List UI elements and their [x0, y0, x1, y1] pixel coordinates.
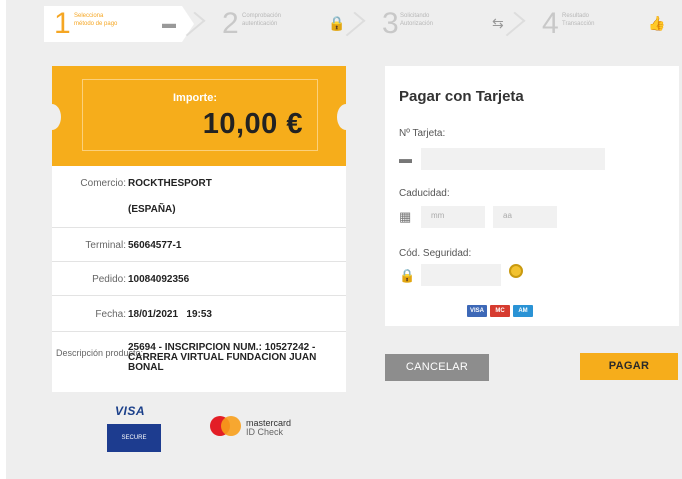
ticket-notch	[43, 104, 61, 130]
step-number: 1	[54, 7, 71, 40]
expiry-year-input[interactable]: aa	[493, 206, 557, 228]
descripcion-label: Descripción producto:	[56, 348, 144, 358]
cvv-input[interactable]	[421, 264, 501, 286]
descripcion-value: 25694 - INSCRIPCION NUM.: 10527242 - CAR…	[128, 342, 317, 373]
detail-row-terminal: Terminal: 56064577-1	[52, 228, 346, 262]
amex-card-icon: AM	[513, 305, 533, 317]
step-number: 2	[222, 7, 239, 40]
payment-steps: 1 Selecciona método de pago ▬ 2 Comprobac…	[44, 4, 682, 44]
accepted-cards: VISA MC AM	[467, 299, 547, 317]
detail-row-pedido: Pedido: 10084092356	[52, 262, 346, 296]
cancel-button[interactable]: CANCELAR	[385, 354, 489, 381]
step-label: Comprobación autenticación	[242, 13, 282, 27]
ticket-notch	[337, 104, 355, 130]
terminal-label: Terminal:	[85, 240, 126, 251]
order-details: Comercio: ROCKTHESPORT (ESPAÑA) Terminal…	[52, 166, 346, 392]
pedido-label: Pedido:	[92, 274, 126, 285]
calendar-icon: ▦	[399, 209, 412, 224]
amount-box: Importe: 10,00 €	[82, 79, 318, 151]
card-number-input[interactable]	[421, 148, 605, 170]
card-icon: ▬	[162, 15, 176, 31]
comercio-label: Comercio:	[80, 178, 126, 189]
comercio-country: (ESPAÑA)	[128, 204, 176, 215]
step-number: 4	[542, 7, 559, 40]
step-number: 3	[382, 7, 399, 40]
step-label: Solicitando Autorización	[400, 13, 434, 27]
terminal-value: 56064577-1	[128, 240, 182, 251]
expiry-month-input[interactable]: mm	[421, 206, 485, 228]
step-label: Resultado Transacción	[562, 13, 595, 27]
expiry-label: Caducidad:	[399, 188, 450, 199]
amount-value: 10,00 €	[202, 108, 303, 140]
year-placeholder: aa	[503, 211, 512, 220]
mastercard-id-check-logo: mastercard ID Check	[210, 416, 320, 437]
amount-label: Importe:	[173, 92, 217, 104]
help-icon[interactable]	[509, 264, 523, 278]
card-number-label: Nº Tarjeta:	[399, 128, 446, 139]
fecha-label: Fecha:	[95, 309, 126, 320]
id-check-text: ID Check	[246, 427, 284, 437]
step-label: Selecciona método de pago	[74, 13, 118, 27]
card-icon: ▬	[399, 151, 412, 166]
mastercard-circle-orange	[221, 416, 241, 436]
visa-secure-logo: VISA SECURE	[107, 404, 161, 454]
detail-row-comercio: Comercio: ROCKTHESPORT (ESPAÑA)	[52, 166, 346, 228]
amount-ticket: Importe: 10,00 €	[43, 66, 355, 166]
visa-card-icon: VISA	[467, 305, 487, 317]
lock-icon: 🔒	[399, 268, 416, 283]
detail-row-descripcion: Descripción producto: 25694 - INSCRIPCIO…	[52, 332, 346, 392]
form-title: Pagar con Tarjeta	[399, 88, 524, 105]
pedido-value: 10084092356	[128, 274, 190, 285]
thumbs-up-icon: 👍	[648, 15, 666, 31]
comercio-value: ROCKTHESPORT	[128, 178, 212, 189]
card-payment-form: Pagar con Tarjeta Nº Tarjeta: ▬ Caducida…	[385, 66, 679, 326]
month-placeholder: mm	[431, 211, 445, 220]
fecha-value: 18/01/2021 19:53	[128, 309, 212, 320]
cvv-label: Cód. Seguridad:	[399, 248, 472, 259]
mastercard-card-icon: MC	[490, 305, 510, 317]
visa-secure-badge: SECURE	[107, 424, 161, 452]
detail-row-fecha: Fecha: 18/01/2021 19:53	[52, 296, 346, 332]
visa-logo-text: VISA	[115, 404, 146, 418]
pay-button[interactable]: PAGAR	[580, 353, 678, 380]
